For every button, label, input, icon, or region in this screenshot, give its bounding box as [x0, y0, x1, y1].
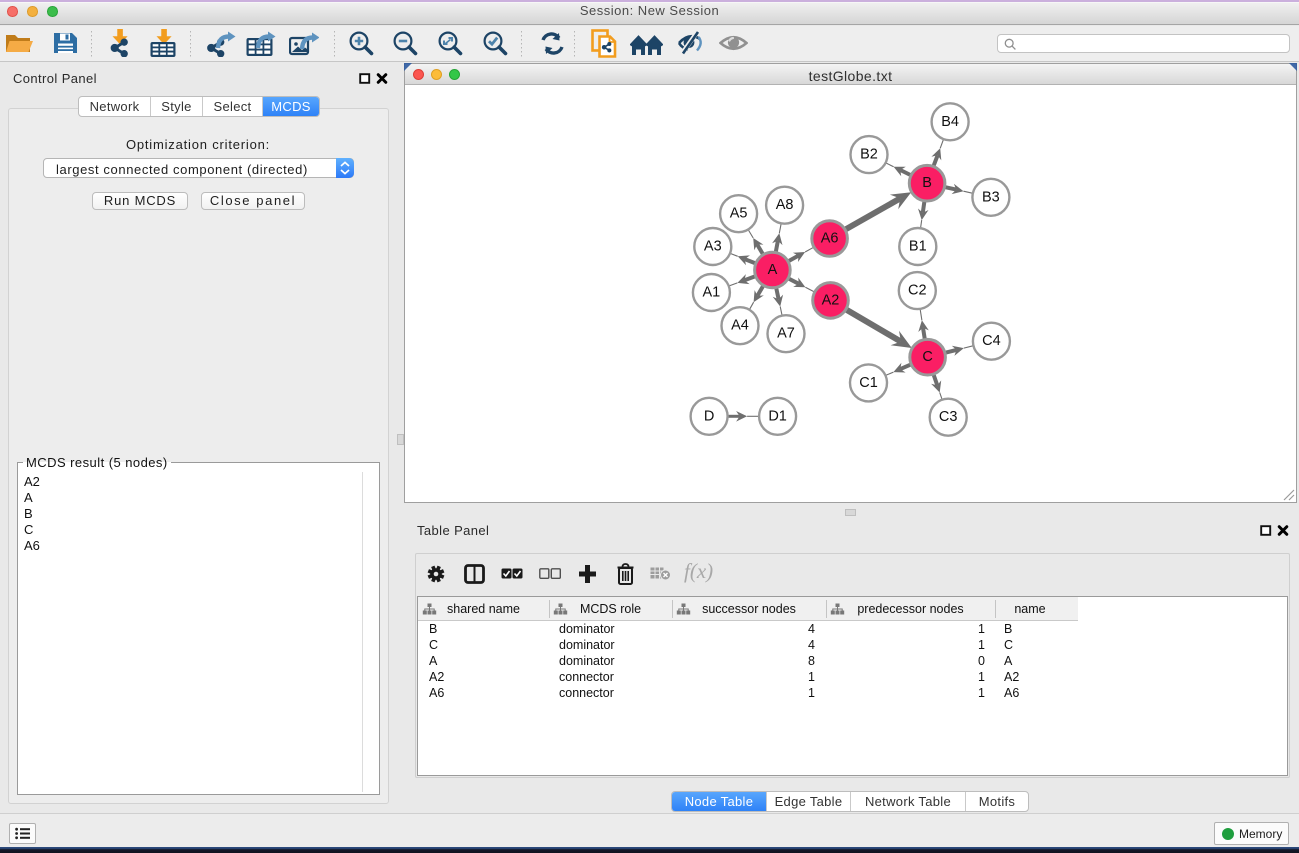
svg-text:C3: C3 — [939, 409, 958, 425]
svg-text:A8: A8 — [776, 197, 794, 213]
svg-text:B4: B4 — [941, 114, 959, 130]
svg-text:A4: A4 — [731, 318, 749, 334]
svg-text:A1: A1 — [703, 285, 721, 301]
svg-text:B1: B1 — [909, 239, 927, 255]
svg-text:A3: A3 — [704, 239, 722, 255]
svg-text:B: B — [922, 175, 932, 191]
svg-text:B2: B2 — [860, 147, 878, 163]
svg-text:B3: B3 — [982, 189, 1000, 205]
svg-text:C2: C2 — [908, 283, 927, 299]
svg-text:D: D — [704, 408, 714, 424]
svg-text:A7: A7 — [777, 326, 795, 342]
svg-text:C4: C4 — [982, 333, 1001, 349]
svg-text:C1: C1 — [859, 375, 878, 391]
svg-text:A6: A6 — [821, 231, 839, 247]
svg-text:D1: D1 — [768, 408, 787, 424]
svg-text:A2: A2 — [822, 292, 840, 308]
svg-text:C: C — [922, 349, 932, 365]
svg-text:A: A — [768, 262, 778, 278]
svg-text:A5: A5 — [730, 206, 748, 222]
